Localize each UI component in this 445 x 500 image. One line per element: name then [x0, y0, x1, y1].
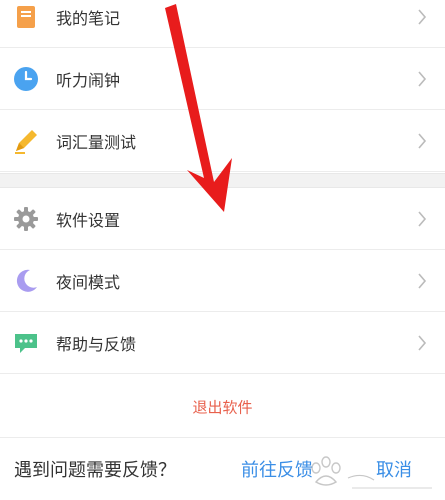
notebook-icon: [17, 5, 35, 28]
go-to-feedback-button[interactable]: 前往反馈: [241, 456, 313, 482]
menu-item-listening-alarm[interactable]: 听力闹钟: [0, 48, 445, 110]
chevron-right-icon: [418, 132, 427, 149]
feedback-prompt-bar: 遇到问题需要反馈？ 前往反馈 取消: [0, 438, 445, 500]
menu-item-software-settings[interactable]: 软件设置: [0, 188, 445, 250]
clock-icon: [14, 66, 38, 91]
menu-item-vocabulary-test[interactable]: 词汇量测试: [0, 110, 445, 172]
menu-item-label: 软件设置: [56, 210, 121, 230]
menu-item-my-notes[interactable]: 我的笔记: [0, 0, 445, 48]
chat-bubble-icon: [15, 333, 37, 353]
section-divider: [0, 173, 445, 188]
logout-button[interactable]: 退出软件: [0, 376, 445, 438]
moon-icon: [16, 269, 37, 292]
menu-item-label: 我的笔记: [56, 8, 121, 28]
pen-icon: [15, 129, 37, 154]
feedback-question: 遇到问题需要反馈？: [14, 460, 176, 481]
chevron-right-icon: [418, 334, 427, 351]
chevron-right-icon: [418, 210, 427, 227]
menu-item-label: 夜间模式: [56, 272, 121, 292]
chevron-right-icon: [418, 272, 427, 289]
logout-label: 退出软件: [192, 398, 253, 416]
gear-icon: [14, 206, 38, 231]
chevron-right-icon: [418, 70, 427, 87]
menu-item-night-mode[interactable]: 夜间模式: [0, 250, 445, 312]
menu-item-help-feedback[interactable]: 帮助与反馈: [0, 312, 445, 374]
cancel-button[interactable]: 取消: [376, 456, 412, 482]
menu-item-label: 帮助与反馈: [56, 334, 137, 354]
menu-item-label: 词汇量测试: [56, 132, 137, 152]
menu-item-label: 听力闹钟: [56, 70, 121, 90]
chevron-right-icon: [418, 8, 427, 25]
